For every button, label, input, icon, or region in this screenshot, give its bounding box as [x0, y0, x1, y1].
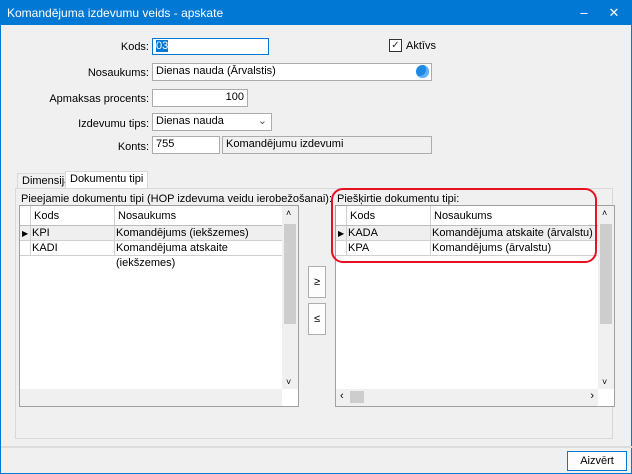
remove-doc-type-button[interactable]: ≤ [308, 303, 326, 335]
tips-value: Dienas nauda [156, 115, 224, 127]
minimize-button[interactable]: – [569, 1, 599, 25]
scroll-down-icon[interactable]: ˅ [602, 377, 607, 387]
cell-nosaukums: Komandējuma atskaite (iekšzemes) [116, 242, 228, 269]
scroll-left-icon[interactable]: ‹ [340, 390, 344, 402]
aktivs-checkbox[interactable]: ✓ [389, 39, 402, 52]
left-grid-title: Pieejamie dokumentu tipi (HOP izdevuma v… [21, 193, 333, 205]
vertical-scrollbar[interactable]: ˄ ˅ [282, 206, 298, 389]
aktivs-label: Aktīvs [406, 40, 436, 52]
table-row[interactable]: ▶ KPI Komandējums (iekšzemes) [20, 226, 284, 241]
scroll-thumb[interactable] [284, 224, 296, 324]
scroll-thumb[interactable] [600, 224, 612, 324]
hscroll-thumb[interactable] [350, 391, 364, 403]
chevron-down-icon: ⌄ [257, 115, 267, 127]
tab-dokumentu-tipi[interactable]: Dokumentu tipi [65, 171, 149, 189]
cell-kods: KADI [32, 242, 58, 254]
horizontal-scrollbar[interactable]: ‹ › [336, 389, 598, 406]
grid-header: Kods Nosaukums [20, 206, 284, 226]
highlight-annotation [331, 188, 597, 263]
add-doc-type-button[interactable]: ≥ [308, 266, 326, 298]
kods-label: Kods: [120, 41, 149, 53]
scroll-down-icon[interactable]: ˅ [286, 377, 291, 387]
cell-kods: KPI [32, 227, 50, 239]
col-nosaukums[interactable]: Nosaukums [118, 206, 176, 226]
nosaukums-label: Nosaukums: [87, 67, 149, 79]
apmaksas-label: Apmaksas procents: [49, 93, 149, 105]
nosaukums-input[interactable]: Dienas nauda (Ārvalstis) [152, 63, 432, 81]
scroll-right-icon[interactable]: › [590, 390, 594, 402]
konts-name-field: Komandējumu izdevumi [222, 136, 432, 154]
kods-value: 03 [156, 40, 169, 52]
close-window-button[interactable]: ✕ [599, 1, 629, 25]
available-doc-types-grid: Kods Nosaukums ▶ KPI Komandējums (iekšzemes… [19, 205, 299, 407]
close-button[interactable]: Aizvērt [567, 451, 627, 471]
horizontal-scrollbar[interactable] [20, 389, 282, 406]
title-bar: Komandējuma izdevumu veids - apskate [1, 1, 632, 25]
scroll-up-icon[interactable]: ˄ [602, 208, 607, 218]
globe-icon[interactable] [416, 65, 429, 78]
tips-label: Izdevumu tips: [78, 118, 149, 130]
footer-divider [1, 446, 632, 448]
apmaksas-input[interactable]: 100 [152, 89, 248, 107]
window-title: Komandējuma izdevumu veids - apskate [7, 6, 224, 20]
cell-nosaukums: Komandējums (iekšzemes) [116, 227, 249, 239]
tips-select[interactable]: Dienas nauda ⌄ [152, 113, 272, 131]
scroll-up-icon[interactable]: ˄ [286, 208, 291, 218]
konts-label: Konts: [117, 141, 149, 153]
kods-input[interactable]: 03 [152, 38, 269, 55]
row-pointer-icon: ▶ [22, 229, 29, 238]
nosaukums-value: Dienas nauda (Ārvalstis) [156, 65, 276, 77]
konts-code-input[interactable]: 755 [152, 136, 220, 154]
table-row[interactable]: KADI Komandējuma atskaite (iekšzemes) [20, 241, 284, 269]
col-kods[interactable]: Kods [34, 206, 59, 226]
vertical-scrollbar[interactable]: ˄ ˅ [598, 206, 614, 389]
